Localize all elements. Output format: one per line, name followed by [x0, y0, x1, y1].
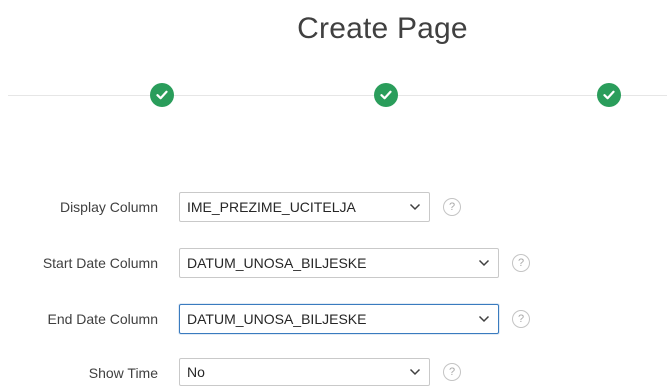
check-icon [380, 90, 392, 100]
start-date-column-value: DATUM_UNOSA_BILJESKE [187, 255, 367, 271]
end-date-column-row: End Date Column [0, 304, 158, 334]
start-date-column-help-icon[interactable]: ? [512, 254, 530, 272]
end-date-column-select[interactable]: DATUM_UNOSA_BILJESKE [179, 304, 499, 334]
show-time-label: Show Time [88, 365, 158, 381]
display-column-select[interactable]: IME_PREZIME_UCITELJA [179, 192, 430, 222]
start-date-column-label: Start Date Column [42, 255, 158, 271]
check-icon [156, 90, 168, 100]
start-date-column-select[interactable]: DATUM_UNOSA_BILJESKE [179, 248, 499, 278]
wizard-step-3-complete[interactable] [597, 83, 621, 107]
show-time-select[interactable]: No [179, 358, 430, 386]
display-column-label: Display Column [59, 199, 158, 215]
check-icon [603, 90, 615, 100]
wizard-step-2-complete[interactable] [374, 83, 398, 107]
start-date-column-row: Start Date Column [0, 248, 158, 278]
wizard-progress-line [8, 95, 667, 96]
end-date-column-help-icon[interactable]: ? [512, 310, 530, 328]
display-column-row: Display Column [0, 192, 158, 222]
chevron-down-icon [401, 203, 429, 211]
show-time-row: Show Time [0, 358, 158, 388]
end-date-column-label: End Date Column [47, 311, 158, 327]
show-time-value: No [187, 364, 205, 380]
display-column-help-icon[interactable]: ? [443, 198, 461, 216]
display-column-value: IME_PREZIME_UCITELJA [187, 199, 356, 215]
chevron-down-icon [470, 315, 498, 323]
chevron-down-icon [401, 368, 429, 376]
end-date-column-value: DATUM_UNOSA_BILJESKE [187, 311, 367, 327]
chevron-down-icon [470, 259, 498, 267]
show-time-help-icon[interactable]: ? [443, 363, 461, 381]
wizard-step-1-complete[interactable] [150, 83, 174, 107]
page-title: Create Page [297, 12, 468, 45]
